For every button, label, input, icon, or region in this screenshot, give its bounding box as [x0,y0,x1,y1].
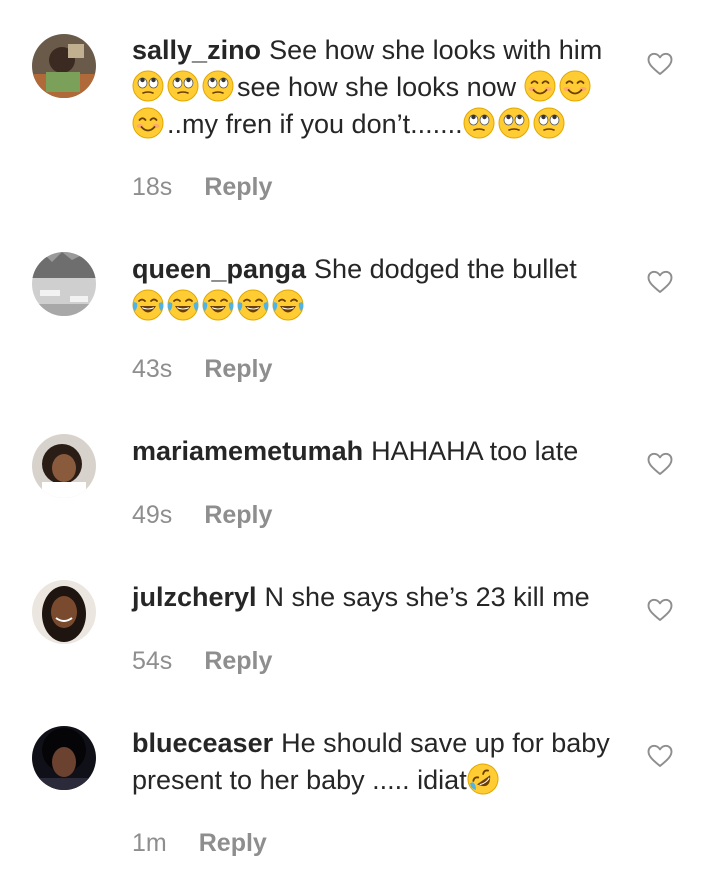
comment-meta: 1m Reply [132,829,267,858]
comment-body-part: HAHAHA too late [371,436,579,466]
comment-text: queen_panga She dodged the bullet [132,251,632,325]
comment-body-part: N she says she’s 23 kill me [264,582,590,612]
comment-timestamp: 54s [132,647,173,675]
like-heart-icon[interactable] [646,596,674,624]
comment-timestamp: 49s [132,501,173,529]
avatar[interactable] [32,726,96,790]
face-with-tears-of-joy-emoji [132,289,164,321]
comment-meta: 54s Reply [132,647,272,676]
comment-body-part: She dodged the bullet [314,254,577,284]
like-heart-icon[interactable] [646,450,674,478]
face-with-tears-of-joy-emoji [167,289,199,321]
comment-text: mariamemetumah HAHAHA too late [132,433,632,470]
smiling-face-with-smiling-eyes-emoji [524,70,556,102]
smiling-face-with-smiling-eyes-emoji [132,107,164,139]
comment-username[interactable]: blueceaser [132,728,273,758]
comment-timestamp: 1m [132,829,167,857]
reply-button[interactable]: Reply [199,829,267,857]
reply-button[interactable]: Reply [204,173,272,201]
reply-button[interactable]: Reply [204,501,272,529]
comment-body-part: see how she looks now [237,72,517,102]
face-with-rolling-eyes-emoji [167,70,199,102]
comment-username[interactable]: julzcheryl [132,582,257,612]
face-with-rolling-eyes-emoji [463,107,495,139]
face-with-tears-of-joy-emoji [237,289,269,321]
face-with-rolling-eyes-emoji [533,107,565,139]
comment-text: sally_zino See how she looks with him see… [132,32,632,143]
comment-body-part: See how she looks with him [269,35,603,65]
comment-text: julzcheryl N she says she’s 23 kill me [132,579,632,616]
comment-username[interactable]: queen_panga [132,254,306,284]
like-heart-icon[interactable] [646,268,674,296]
like-heart-icon[interactable] [646,50,674,78]
comment-body-part: ..my fren if you don’t....... [167,109,463,139]
face-with-rolling-eyes-emoji [202,70,234,102]
face-with-tears-of-joy-emoji [202,289,234,321]
comment-username[interactable]: mariamemetumah [132,436,363,466]
reply-button[interactable]: Reply [204,647,272,675]
rolling-on-floor-laughing-emoji [467,763,499,795]
comment-meta: 49s Reply [132,501,272,530]
avatar[interactable] [32,34,96,98]
comment-meta: 18s Reply [132,173,272,202]
like-heart-icon[interactable] [646,742,674,770]
comment-timestamp: 43s [132,355,173,383]
reply-button[interactable]: Reply [204,355,272,383]
comment-meta: 43s Reply [132,355,272,384]
avatar[interactable] [32,252,96,316]
avatar[interactable] [32,434,96,498]
comment-timestamp: 18s [132,173,173,201]
smiling-face-with-smiling-eyes-emoji [559,70,591,102]
face-with-rolling-eyes-emoji [498,107,530,139]
face-with-rolling-eyes-emoji [132,70,164,102]
avatar[interactable] [32,580,96,644]
comment-text: blueceaser He should save up for baby pre… [132,725,632,799]
comment-username[interactable]: sally_zino [132,35,261,65]
face-with-tears-of-joy-emoji [272,289,304,321]
